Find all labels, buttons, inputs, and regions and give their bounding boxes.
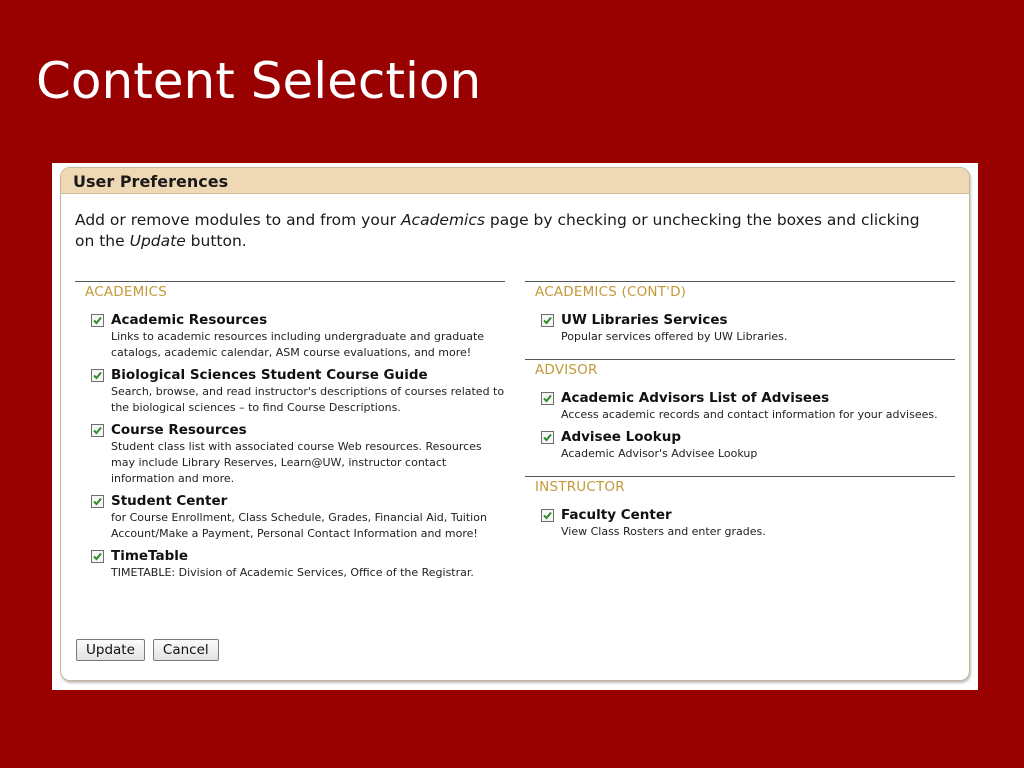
module-title: Advisee Lookup: [561, 429, 681, 445]
cancel-button[interactable]: Cancel: [152, 639, 219, 661]
checkmark-icon: [93, 316, 102, 325]
module-title: TimeTable: [111, 548, 189, 564]
module-student-center: Student Center for Course Enrollment, Cl…: [75, 493, 505, 542]
checkbox-student-center[interactable]: [91, 495, 104, 508]
checkmark-icon: [543, 394, 552, 403]
module-desc: Student class list with associated cours…: [111, 440, 482, 485]
module-title: Student Center: [111, 493, 228, 509]
section-title: ADVISOR: [535, 362, 598, 378]
module-course-resources: Course Resources Student class list with…: [75, 422, 505, 487]
module-desc: Academic Advisor's Advisee Lookup: [561, 447, 758, 460]
module-title: Biological Sciences Student Course Guide: [111, 367, 428, 383]
section-title: ACADEMICS (CONT'D): [535, 284, 687, 300]
module-faculty-center: Faculty Center View Class Rosters and en…: [525, 507, 955, 540]
section-academics-contd: ACADEMICS (CONT'D) UW Libraries Services…: [525, 281, 955, 345]
update-button[interactable]: Update: [76, 639, 145, 661]
right-column: ACADEMICS (CONT'D) UW Libraries Services…: [525, 281, 955, 554]
checkbox-timetable[interactable]: [91, 550, 104, 563]
checkbox-advisee-lookup[interactable]: [541, 431, 554, 444]
checkbox-academic-resources[interactable]: [91, 314, 104, 327]
intro-part1: Add or remove modules to and from your: [75, 211, 401, 229]
module-desc: Search, browse, and read instructor's de…: [111, 385, 505, 414]
left-column: ACADEMICS Academic Resources Links to ac…: [75, 281, 505, 595]
module-desc: Popular services offered by UW Libraries…: [561, 330, 788, 343]
intro-update: Update: [129, 232, 186, 250]
section-title: INSTRUCTOR: [535, 479, 625, 495]
section-title: ACADEMICS: [85, 284, 168, 300]
checkbox-course-resources[interactable]: [91, 424, 104, 437]
module-desc: Access academic records and contact info…: [561, 408, 938, 421]
section-instructor: INSTRUCTOR Faculty Center View Class Ros…: [525, 476, 955, 540]
checkmark-icon: [543, 316, 552, 325]
screenshot-frame: User Preferences Add or remove modules t…: [52, 163, 978, 690]
checkbox-advisees-list[interactable]: [541, 392, 554, 405]
intro-text: Add or remove modules to and from your A…: [75, 210, 935, 252]
checkmark-icon: [543, 511, 552, 520]
checkbox-uw-libraries[interactable]: [541, 314, 554, 327]
module-desc: View Class Rosters and enter grades.: [561, 525, 766, 538]
module-desc: for Course Enrollment, Class Schedule, G…: [111, 511, 487, 540]
slide-title: Content Selection: [36, 52, 482, 110]
module-title: Academic Resources: [111, 312, 268, 328]
module-title: Academic Advisors List of Advisees: [561, 390, 830, 406]
user-preferences-panel: User Preferences Add or remove modules t…: [60, 167, 970, 681]
module-uw-libraries: UW Libraries Services Popular services o…: [525, 312, 955, 345]
checkmark-icon: [93, 426, 102, 435]
intro-part3: button.: [185, 232, 247, 250]
checkbox-faculty-center[interactable]: [541, 509, 554, 522]
module-title: Faculty Center: [561, 507, 672, 523]
module-advisee-lookup: Advisee Lookup Academic Advisor's Advise…: [525, 429, 955, 462]
panel-header: User Preferences: [61, 168, 969, 194]
intro-academics: Academics: [400, 211, 485, 229]
checkmark-icon: [93, 552, 102, 561]
module-desc: TIMETABLE: Division of Academic Services…: [111, 566, 474, 579]
section-advisor: ADVISOR Academic Advisors List of Advise…: [525, 359, 955, 462]
module-title: UW Libraries Services: [561, 312, 728, 328]
form-buttons: Update Cancel: [76, 639, 227, 661]
module-academic-resources: Academic Resources Links to academic res…: [75, 312, 505, 361]
module-desc: Links to academic resources including un…: [111, 330, 485, 359]
section-academics: ACADEMICS Academic Resources Links to ac…: [75, 281, 505, 581]
module-timetable: TimeTable TIMETABLE: Division of Academi…: [75, 548, 505, 581]
checkmark-icon: [93, 497, 102, 506]
checkbox-bio-sciences-guide[interactable]: [91, 369, 104, 382]
module-title: Course Resources: [111, 422, 247, 438]
module-advisees-list: Academic Advisors List of Advisees Acces…: [525, 390, 955, 423]
checkmark-icon: [543, 433, 552, 442]
module-bio-sciences-guide: Biological Sciences Student Course Guide…: [75, 367, 505, 416]
checkmark-icon: [93, 371, 102, 380]
